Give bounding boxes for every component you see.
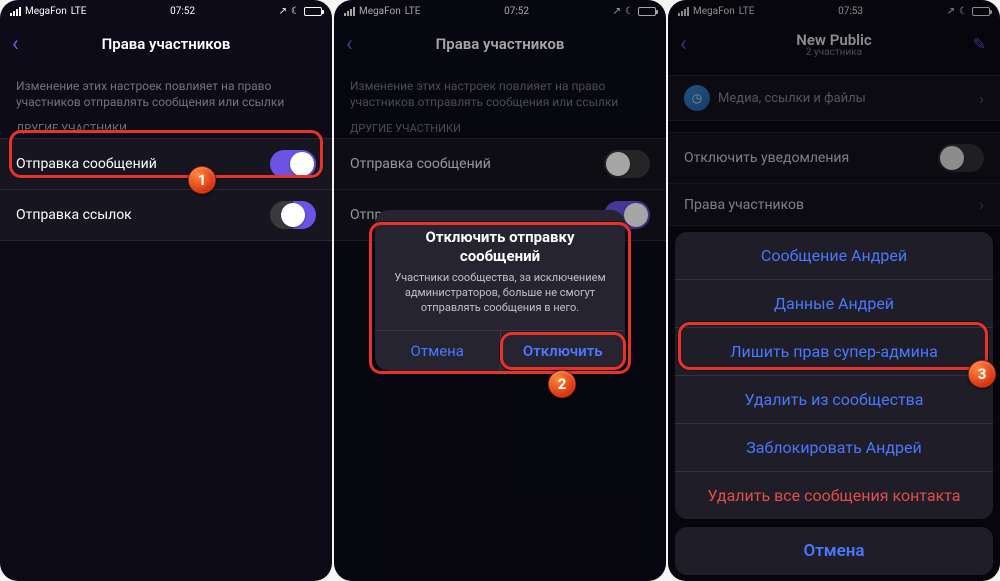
nav-bar: ‹ Права участников xyxy=(0,22,332,66)
page-title: Права участников xyxy=(102,35,231,53)
alert-title: Отключить отправку сообщений xyxy=(391,228,609,266)
settings-description: Изменение этих настроек повлияет на прав… xyxy=(0,76,332,112)
row-send-messages[interactable]: Отправка сообщений xyxy=(0,138,332,190)
action-sheet: Сообщение Андрей Данные Андрей Лишить пр… xyxy=(675,232,993,575)
actionsheet-overlay: Сообщение Андрей Данные Андрей Лишить пр… xyxy=(668,0,1000,581)
alert-cancel-button[interactable]: Отмена xyxy=(375,331,501,371)
alert-dialog: Отключить отправку сообщений Участники с… xyxy=(375,210,625,371)
sheet-delete-messages[interactable]: Удалить все сообщения контакта xyxy=(675,472,993,519)
alert-confirm-button[interactable]: Отключить xyxy=(501,331,626,371)
moon-icon: ☾ xyxy=(291,6,300,17)
net-label: LTE xyxy=(71,6,87,17)
screen-2: MegaFon LTE 07:52 ↗ ☾ ‹ Права участников… xyxy=(334,0,666,581)
row-label: Отправка ссылок xyxy=(16,207,270,223)
sheet-cancel-button[interactable]: Отмена xyxy=(675,527,993,575)
step-badge: 2 xyxy=(548,370,576,398)
sheet-message[interactable]: Сообщение Андрей xyxy=(675,232,993,280)
step-badge: 1 xyxy=(188,166,216,194)
toggle-send-links[interactable] xyxy=(270,201,316,229)
section-label: ДРУГИЕ УЧАСТНИКИ xyxy=(0,112,332,139)
clock: 07:52 xyxy=(170,6,195,17)
dnd-icon: ↗ xyxy=(279,6,287,17)
signal-icon xyxy=(10,7,21,16)
sheet-remove[interactable]: Удалить из сообщества xyxy=(675,376,993,424)
toggle-send-messages[interactable] xyxy=(270,150,316,178)
row-send-links[interactable]: Отправка ссылок xyxy=(0,189,332,241)
alert-overlay: Отключить отправку сообщений Участники с… xyxy=(334,0,666,581)
battery-icon xyxy=(304,7,322,16)
row-label: Отправка сообщений xyxy=(16,156,270,172)
back-button[interactable]: ‹ xyxy=(12,32,19,57)
alert-message: Участники сообщества, за исключением адм… xyxy=(391,271,609,316)
carrier-label: MegaFon xyxy=(25,6,67,17)
screen-1: MegaFon LTE 07:52 ↗ ☾ ‹ Права участников… xyxy=(0,0,332,581)
sheet-block[interactable]: Заблокировать Андрей xyxy=(675,424,993,472)
screen-3: MegaFon LTE 07:53 ↗ ☾ ‹ New Public 2 уча… xyxy=(668,0,1000,581)
sheet-revoke-admin[interactable]: Лишить прав супер-админа xyxy=(675,328,993,376)
sheet-info[interactable]: Данные Андрей xyxy=(675,280,993,328)
status-bar: MegaFon LTE 07:52 ↗ ☾ xyxy=(0,0,332,22)
step-badge: 3 xyxy=(968,360,996,388)
